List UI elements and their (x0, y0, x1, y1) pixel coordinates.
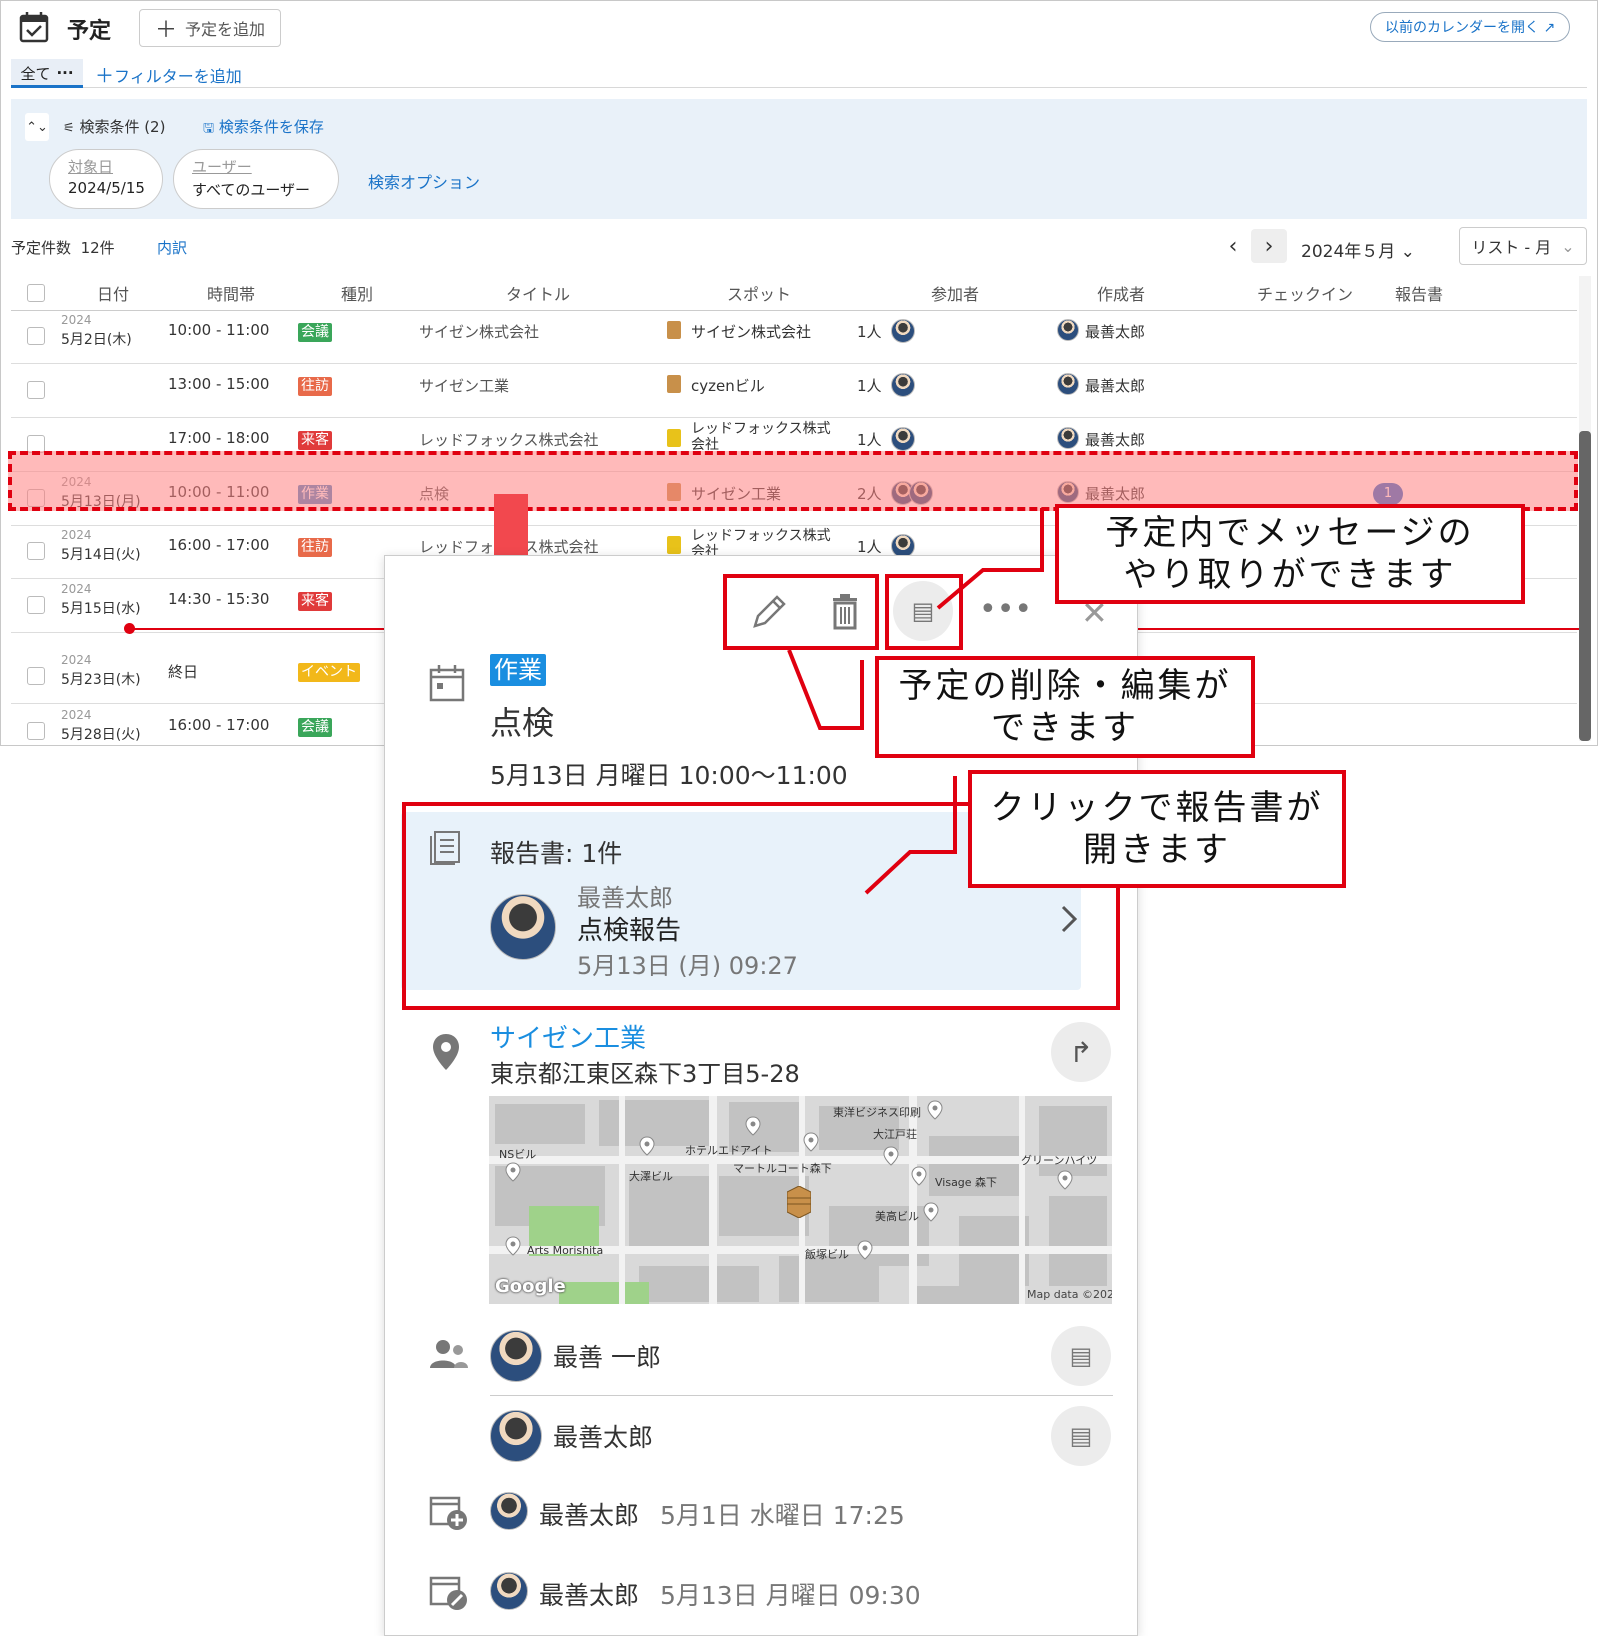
report-callout: クリックで報告書が 開きます (968, 770, 1346, 888)
edit-callout-text: 予定の削除・編集が できます (898, 666, 1232, 748)
report-callout-text: クリックで報告書が 開きます (990, 788, 1324, 870)
annotation-leader-lines (787, 508, 1044, 895)
message-callout: 予定内でメッセージの やり取りができます (1055, 504, 1525, 604)
message-callout-text: 予定内でメッセージの やり取りができます (1105, 513, 1475, 595)
edit-callout: 予定の削除・編集が できます (875, 656, 1255, 758)
